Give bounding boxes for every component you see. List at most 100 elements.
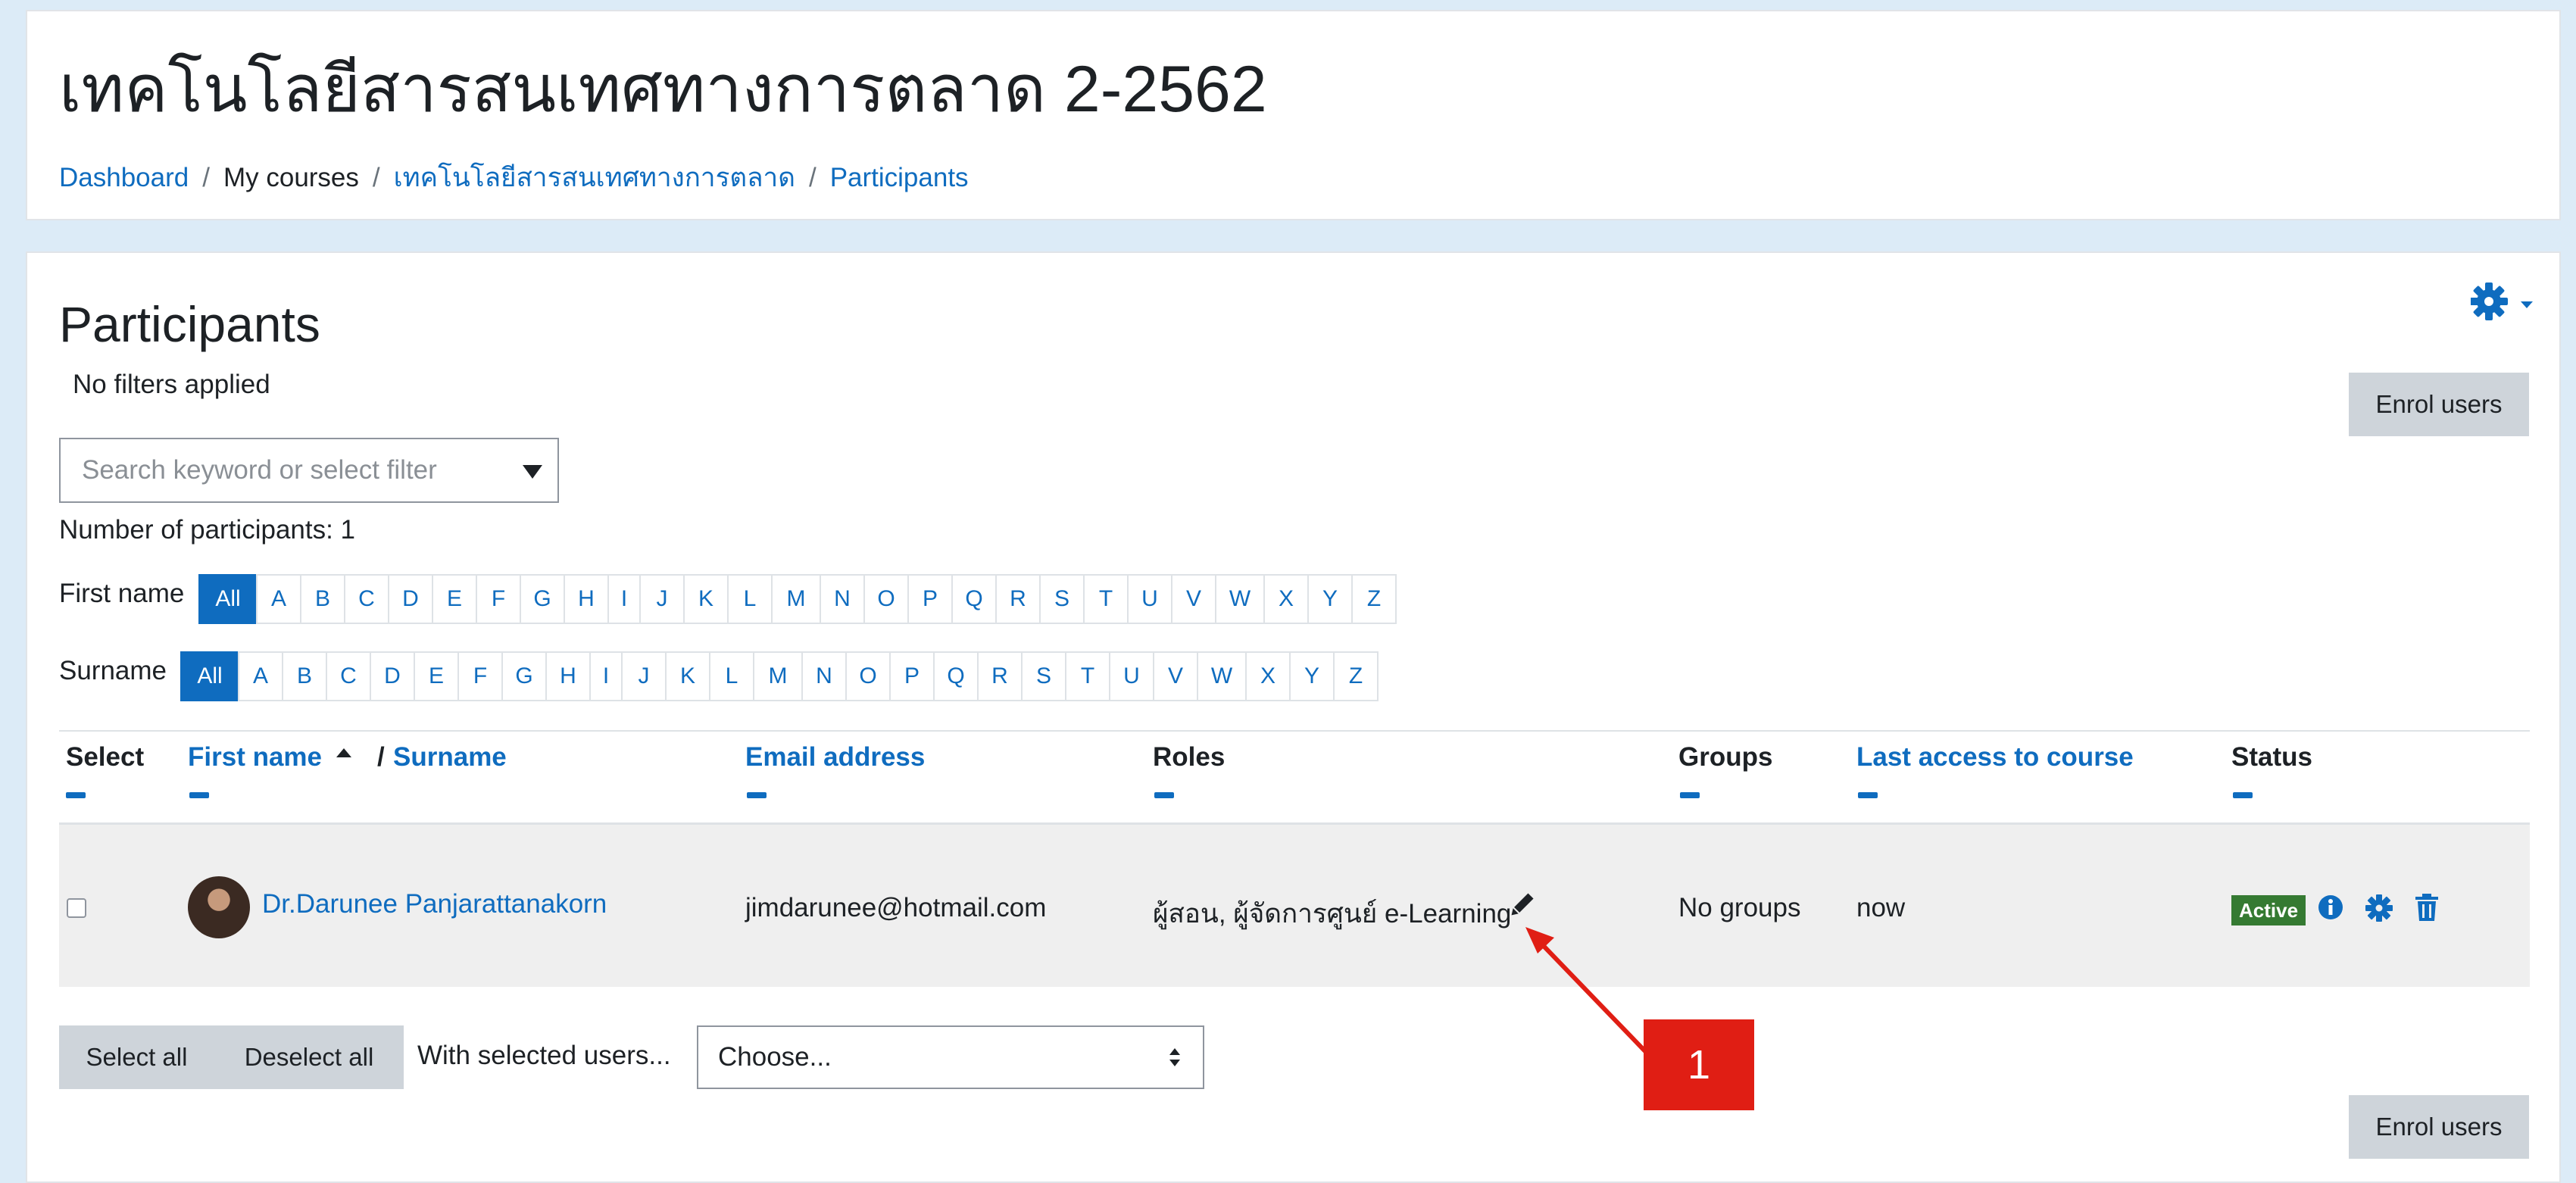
first-name-initial-g[interactable]: G xyxy=(520,574,565,624)
surname-initial-o[interactable]: O xyxy=(845,651,891,701)
first-name-initial-a[interactable]: A xyxy=(256,574,301,624)
course-header: เทคโนโลยีสารสนเทศทางการตลาด 2-2562 Dashb… xyxy=(26,10,2561,220)
first-name-initial-k[interactable]: K xyxy=(683,574,729,624)
annotation-callout: 1 xyxy=(1644,1019,1754,1110)
select-all-button[interactable]: Select all xyxy=(59,1025,214,1089)
surname-initial-all[interactable]: All xyxy=(180,651,239,701)
surname-initial-p[interactable]: P xyxy=(889,651,935,701)
first-name-initial-all[interactable]: All xyxy=(198,574,258,624)
first-name-initial-p[interactable]: P xyxy=(907,574,953,624)
breadcrumb-separator: / xyxy=(202,163,210,192)
first-name-initial-r[interactable]: R xyxy=(995,574,1041,624)
column-header-email[interactable]: Email address xyxy=(745,742,925,773)
first-name-initial-n[interactable]: N xyxy=(820,574,865,624)
first-name-initial-z[interactable]: Z xyxy=(1351,574,1397,624)
first-name-initial-l[interactable]: L xyxy=(727,574,773,624)
collapse-groups-column[interactable] xyxy=(1680,792,1700,798)
participant-name-link[interactable]: Dr.Darunee Panjarattanakorn xyxy=(262,889,607,919)
collapse-select-column[interactable] xyxy=(66,792,86,798)
edit-roles-pencil-icon[interactable] xyxy=(1507,891,1536,919)
collapse-roles-column[interactable] xyxy=(1154,792,1174,798)
sort-ascending-icon xyxy=(336,748,351,757)
avatar[interactable] xyxy=(188,876,250,938)
surname-initial-d[interactable]: D xyxy=(370,651,415,701)
breadcrumb-course[interactable]: เทคโนโลยีสารสนเทศทางการตลาด xyxy=(394,157,795,198)
first-name-initial-j[interactable]: J xyxy=(639,574,685,624)
info-icon[interactable] xyxy=(2317,894,2344,921)
settings-menu-button[interactable] xyxy=(2470,279,2542,324)
breadcrumb-participants[interactable]: Participants xyxy=(830,163,969,193)
enrol-users-button-bottom[interactable]: Enrol users xyxy=(2349,1095,2529,1159)
first-name-initial-v[interactable]: V xyxy=(1171,574,1216,624)
surname-initial-i[interactable]: I xyxy=(589,651,623,701)
surname-initial-e[interactable]: E xyxy=(414,651,459,701)
first-name-initial-f[interactable]: F xyxy=(476,574,521,624)
surname-initial-h[interactable]: H xyxy=(545,651,591,701)
first-name-initial-h[interactable]: H xyxy=(564,574,609,624)
first-name-initial-b[interactable]: B xyxy=(300,574,345,624)
first-name-initial-e[interactable]: E xyxy=(432,574,477,624)
dropdown-arrow-icon[interactable] xyxy=(518,456,547,485)
surname-initial-y[interactable]: Y xyxy=(1289,651,1335,701)
column-header-surname[interactable]: Surname xyxy=(393,742,507,773)
column-header-select: Select xyxy=(66,742,145,772)
collapse-name-column[interactable] xyxy=(189,792,209,798)
collapse-email-column[interactable] xyxy=(747,792,767,798)
search-input[interactable] xyxy=(61,439,518,501)
column-header-last-access[interactable]: Last access to course xyxy=(1856,742,2134,773)
surname-initial-g[interactable]: G xyxy=(501,651,547,701)
surname-initial-m[interactable]: M xyxy=(753,651,803,701)
first-name-initial-u[interactable]: U xyxy=(1127,574,1172,624)
first-name-initial-m[interactable]: M xyxy=(771,574,821,624)
filter-search-box[interactable] xyxy=(59,438,559,503)
first-name-initial-t[interactable]: T xyxy=(1083,574,1129,624)
surname-filter-label: Surname xyxy=(59,656,167,685)
surname-initial-w[interactable]: W xyxy=(1197,651,1247,701)
bulk-action-selected-value: Choose... xyxy=(718,1042,832,1072)
surname-initial-r[interactable]: R xyxy=(977,651,1023,701)
surname-initial-q[interactable]: Q xyxy=(933,651,979,701)
gear-icon xyxy=(2470,282,2533,320)
column-header-first-name[interactable]: First name xyxy=(188,742,322,773)
surname-initial-a[interactable]: A xyxy=(238,651,283,701)
participant-email: jimdarunee@hotmail.com xyxy=(745,893,1047,922)
surname-initial-v[interactable]: V xyxy=(1153,651,1198,701)
surname-initial-k[interactable]: K xyxy=(665,651,710,701)
surname-initial-l[interactable]: L xyxy=(709,651,754,701)
trash-icon[interactable] xyxy=(2414,893,2440,922)
surname-initial-z[interactable]: Z xyxy=(1333,651,1379,701)
first-name-initial-w[interactable]: W xyxy=(1215,574,1265,624)
breadcrumb-dashboard[interactable]: Dashboard xyxy=(59,163,189,193)
breadcrumb-my-courses: My courses xyxy=(223,163,359,192)
first-name-initial-x[interactable]: X xyxy=(1263,574,1309,624)
column-header-groups: Groups xyxy=(1678,742,1773,772)
surname-initial-x[interactable]: X xyxy=(1245,651,1291,701)
deselect-all-button[interactable]: Deselect all xyxy=(214,1025,404,1089)
first-name-initial-s[interactable]: S xyxy=(1039,574,1085,624)
surname-initial-t[interactable]: T xyxy=(1065,651,1110,701)
surname-initial-c[interactable]: C xyxy=(326,651,371,701)
surname-initials-bar: All A B C D E F G H I J K L M N O P Q R S T U V W X Y Z xyxy=(180,651,1379,701)
collapse-status-column[interactable] xyxy=(2233,792,2253,798)
surname-initial-j[interactable]: J xyxy=(621,651,667,701)
surname-initial-u[interactable]: U xyxy=(1109,651,1154,701)
enrol-users-button[interactable]: Enrol users xyxy=(2349,373,2529,436)
first-name-initial-y[interactable]: Y xyxy=(1307,574,1353,624)
surname-initial-b[interactable]: B xyxy=(282,651,327,701)
first-name-initial-o[interactable]: O xyxy=(863,574,909,624)
first-name-initial-i[interactable]: I xyxy=(607,574,641,624)
breadcrumb-separator: / xyxy=(808,163,817,192)
enrolment-settings-gear-icon[interactable] xyxy=(2365,894,2393,922)
first-name-initial-d[interactable]: D xyxy=(388,574,433,624)
surname-initial-f[interactable]: F xyxy=(457,651,503,701)
participant-count: Number of participants: 1 xyxy=(59,515,356,545)
surname-initial-s[interactable]: S xyxy=(1021,651,1066,701)
first-name-initial-c[interactable]: C xyxy=(344,574,389,624)
collapse-last-access-column[interactable] xyxy=(1858,792,1878,798)
participants-card: Participants No filters applied Enrol us… xyxy=(26,251,2561,1183)
with-selected-label: With selected users... xyxy=(417,1041,671,1070)
surname-initial-n[interactable]: N xyxy=(801,651,847,701)
bulk-action-select[interactable]: Choose... xyxy=(697,1025,1204,1089)
row-select-checkbox[interactable] xyxy=(67,898,86,918)
first-name-initial-q[interactable]: Q xyxy=(951,574,997,624)
